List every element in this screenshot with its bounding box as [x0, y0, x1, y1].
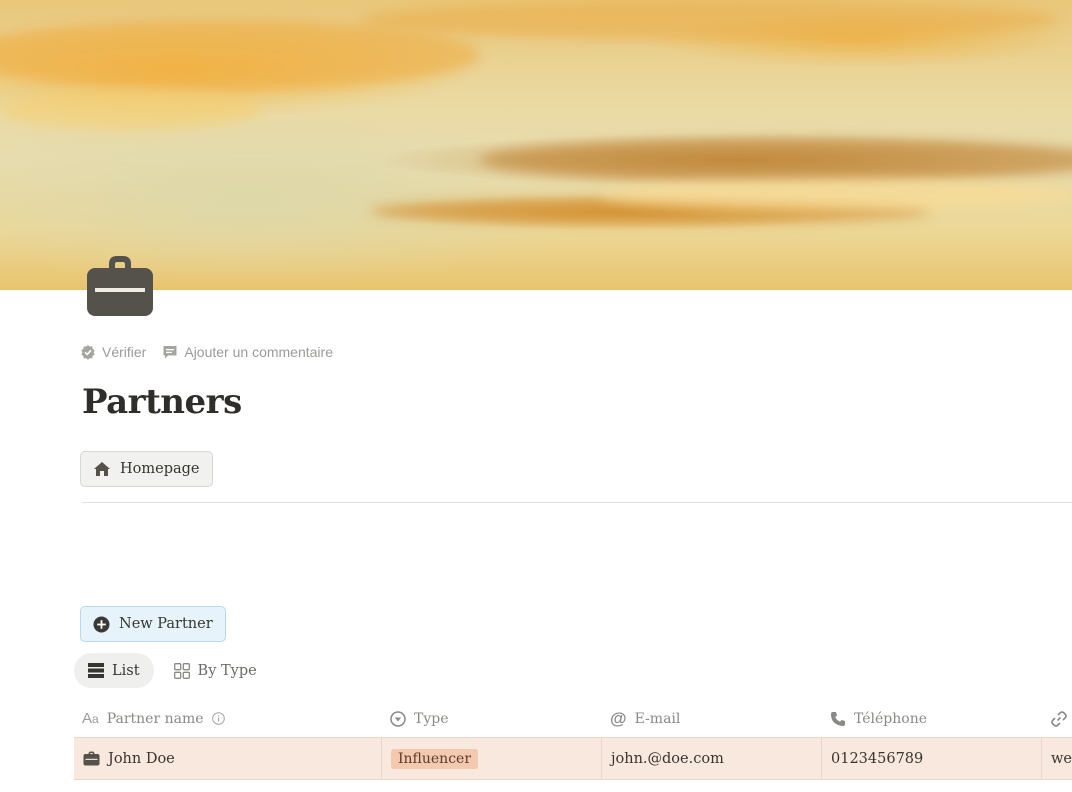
partners-table: Aa Partner name Type @ E-mail Téléphone … — [74, 700, 1072, 780]
verify-button[interactable]: Vérifier — [80, 344, 146, 360]
cover-image — [0, 0, 1072, 290]
briefcase-icon — [83, 751, 100, 766]
tab-list-label: List — [112, 662, 140, 679]
divider — [82, 502, 1072, 503]
page-title[interactable]: Partners — [82, 382, 242, 422]
add-comment-button[interactable]: Ajouter un commentaire — [162, 344, 333, 360]
homepage-label: Homepage — [120, 461, 200, 477]
column-label: E-mail — [634, 710, 681, 727]
add-comment-label: Ajouter un commentaire — [184, 344, 333, 360]
phone-value: 0123456789 — [831, 750, 924, 767]
table-row[interactable]: John Doe Influencer john.@doe.com 012345… — [74, 737, 1072, 780]
verify-label: Vérifier — [102, 344, 147, 360]
new-partner-button[interactable]: New Partner — [80, 606, 226, 642]
select-icon — [390, 710, 406, 727]
home-icon — [93, 461, 111, 477]
cell-type[interactable]: Influencer — [382, 738, 602, 779]
verified-badge-icon — [80, 344, 96, 360]
briefcase-icon[interactable] — [85, 254, 155, 318]
page-meta-actions: Vérifier Ajouter un commentaire — [80, 344, 333, 360]
column-header-partner-name[interactable]: Aa Partner name — [74, 700, 382, 737]
column-header-telephone[interactable]: Téléphone — [822, 700, 1042, 737]
plus-circle-icon — [93, 616, 110, 633]
type-tag: Influencer — [391, 748, 479, 769]
comment-icon — [162, 344, 178, 360]
homepage-button[interactable]: Homepage — [80, 451, 213, 487]
cell-email[interactable]: john.@doe.com — [602, 738, 822, 779]
text-aa-icon: Aa — [82, 710, 99, 727]
new-partner-label: New Partner — [119, 616, 213, 632]
cell-website[interactable]: wel — [1042, 738, 1072, 779]
website-value: wel — [1051, 750, 1072, 767]
partner-name: John Doe — [108, 750, 175, 767]
cell-partner-name[interactable]: John Doe — [74, 738, 382, 779]
link-icon — [1050, 710, 1068, 728]
info-icon[interactable] — [211, 712, 225, 725]
tab-by-type-view[interactable]: By Type — [160, 653, 271, 688]
at-icon: @ — [610, 708, 627, 728]
column-header-type[interactable]: Type — [382, 700, 602, 737]
column-label: Type — [414, 710, 449, 727]
cell-telephone[interactable]: 0123456789 — [822, 738, 1042, 779]
list-icon — [88, 663, 104, 678]
phone-icon — [830, 711, 846, 727]
column-label: Partner name — [106, 710, 204, 727]
table-header: Aa Partner name Type @ E-mail Téléphone — [74, 700, 1072, 737]
grid-icon — [173, 662, 190, 679]
view-tabs: List By Type — [74, 653, 271, 688]
tab-list-view[interactable]: List — [74, 653, 154, 688]
column-label: Téléphone — [854, 710, 928, 727]
column-header-website[interactable] — [1042, 700, 1072, 737]
column-header-email[interactable]: @ E-mail — [602, 700, 822, 737]
email-value: john.@doe.com — [611, 750, 724, 767]
tab-by-type-label: By Type — [197, 662, 257, 679]
